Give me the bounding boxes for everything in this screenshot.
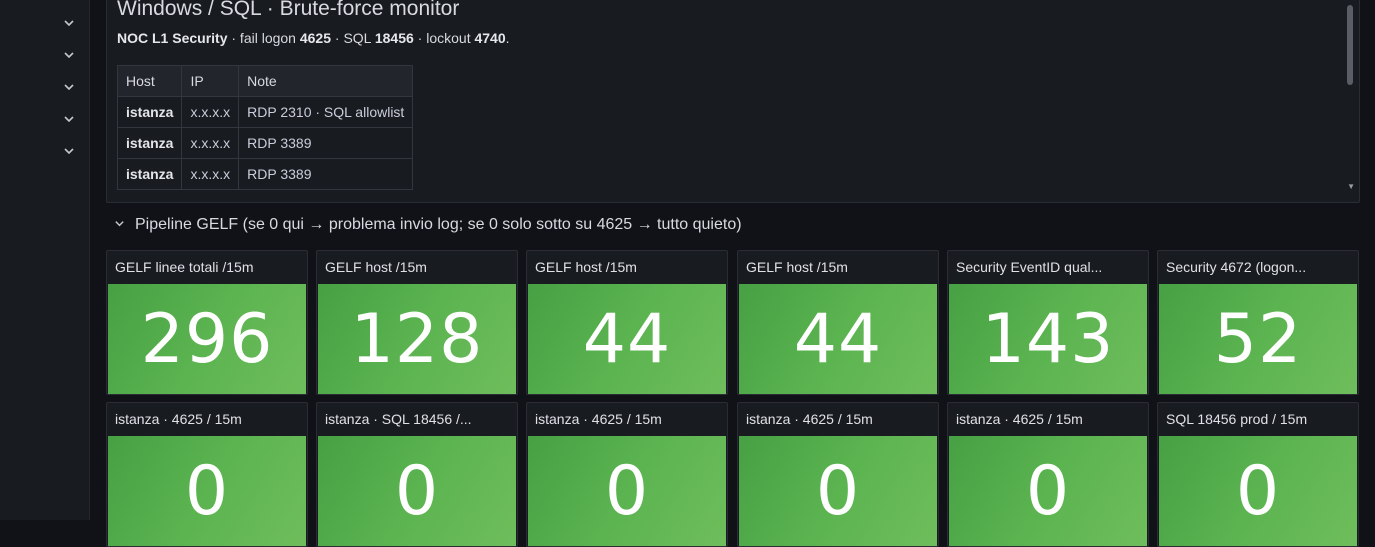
chevron-down-icon[interactable] bbox=[62, 80, 76, 94]
table-row: istanza x.x.x.x RDP 2310 · SQL allowlist bbox=[116, 96, 414, 128]
stat-title: SQL 18456 prod / 15m bbox=[1166, 411, 1308, 427]
stat-value: 0 bbox=[394, 451, 440, 531]
stat-body: 44 bbox=[528, 284, 726, 394]
table-row: istanza x.x.x.x RDP 3389 bbox=[116, 158, 414, 190]
chevron-down-icon[interactable] bbox=[62, 112, 76, 126]
panel-subtitle: NOC L1 Security · fail logon 4625 · SQL … bbox=[117, 30, 510, 46]
subtitle-text: . bbox=[505, 30, 510, 46]
stat-value: 128 bbox=[350, 299, 484, 379]
scroll-down-icon[interactable]: ▼ bbox=[1347, 182, 1355, 191]
stat-title: istanza · 4625 / 15m bbox=[115, 411, 242, 427]
table-cell: x.x.x.x bbox=[181, 96, 240, 128]
subtitle-code: 4740 bbox=[474, 30, 506, 46]
subtitle-code: 4625 bbox=[299, 30, 332, 46]
row-header[interactable]: Pipeline GELF (se 0 qui → problema invio… bbox=[114, 216, 742, 234]
row-title: Pipeline GELF (se 0 qui → problema invio… bbox=[135, 216, 742, 233]
chevron-down-icon[interactable] bbox=[62, 48, 76, 62]
stat-title: istanza · 4625 / 15m bbox=[746, 411, 873, 427]
column-header: Host bbox=[116, 65, 183, 97]
chevron-down-icon[interactable] bbox=[62, 144, 76, 158]
stat-body: 0 bbox=[739, 436, 937, 546]
chevron-down-icon[interactable] bbox=[114, 216, 125, 234]
subtitle-text: · fail logon bbox=[227, 30, 300, 46]
subtitle-text: · lockout bbox=[413, 30, 475, 46]
stat-value: 0 bbox=[604, 451, 650, 531]
text-panel: Windows / SQL · Brute-force monitor NOC … bbox=[106, 0, 1360, 203]
sidebar bbox=[0, 0, 90, 520]
stat-title: istanza · 4625 / 15m bbox=[956, 411, 1083, 427]
column-header: Note bbox=[238, 65, 414, 97]
stat-panel[interactable]: Security 4672 (logon... 52 bbox=[1157, 250, 1359, 395]
stat-value: 44 bbox=[793, 299, 883, 379]
table-row: istanza x.x.x.x RDP 3389 bbox=[116, 127, 414, 159]
hosts-table: Host IP Note istanza x.x.x.x RDP 2310 · … bbox=[116, 65, 414, 190]
stat-panel[interactable]: Security EventID qual... 143 bbox=[947, 250, 1149, 395]
stat-panel[interactable]: GELF host /15m 44 bbox=[526, 250, 728, 395]
subtitle-team: NOC L1 Security bbox=[117, 30, 228, 46]
stat-body: 44 bbox=[739, 284, 937, 394]
table-header-row: Host IP Note bbox=[116, 65, 414, 97]
scrollbar-thumb[interactable] bbox=[1347, 5, 1353, 85]
stat-value: 52 bbox=[1213, 299, 1303, 379]
stat-panel[interactable]: GELF linee totali /15m 296 bbox=[106, 250, 308, 395]
stat-title: GELF host /15m bbox=[535, 259, 637, 275]
stat-value: 0 bbox=[815, 451, 861, 531]
stat-title: GELF linee totali /15m bbox=[115, 259, 254, 275]
stat-panel[interactable]: GELF host /15m 128 bbox=[316, 250, 518, 395]
stat-title: istanza · SQL 18456 /... bbox=[325, 411, 472, 427]
table-cell: istanza bbox=[116, 127, 183, 159]
table-cell: istanza bbox=[116, 158, 183, 190]
stat-body: 0 bbox=[1159, 436, 1357, 546]
stat-panel[interactable]: istanza · 4625 / 15m 0 bbox=[526, 402, 728, 547]
stat-value: 296 bbox=[140, 299, 274, 379]
table-cell: RDP 3389 bbox=[238, 127, 414, 159]
stat-body: 0 bbox=[528, 436, 726, 546]
stat-body: 0 bbox=[949, 436, 1147, 546]
subtitle-code: 18456 bbox=[374, 30, 414, 46]
stat-value: 0 bbox=[184, 451, 230, 531]
column-header: IP bbox=[181, 65, 240, 97]
stat-value: 0 bbox=[1235, 451, 1281, 531]
stat-body: 296 bbox=[108, 284, 306, 394]
stat-title: Security 4672 (logon... bbox=[1166, 259, 1307, 275]
stat-title: GELF host /15m bbox=[746, 259, 848, 275]
table-cell: istanza bbox=[116, 96, 183, 128]
table-cell: x.x.x.x bbox=[181, 127, 240, 159]
stat-panel[interactable]: istanza · 4625 / 15m 0 bbox=[106, 402, 308, 547]
stat-body: 0 bbox=[108, 436, 306, 546]
stat-panel[interactable]: GELF host /15m 44 bbox=[737, 250, 939, 395]
stat-panel[interactable]: istanza · 4625 / 15m 0 bbox=[737, 402, 939, 547]
stat-value: 44 bbox=[582, 299, 672, 379]
stat-body: 143 bbox=[949, 284, 1147, 394]
stat-panel[interactable]: istanza · 4625 / 15m 0 bbox=[947, 402, 1149, 547]
stat-value: 143 bbox=[981, 299, 1115, 379]
stat-body: 0 bbox=[318, 436, 516, 546]
stat-panel[interactable]: SQL 18456 prod / 15m 0 bbox=[1157, 402, 1359, 547]
stat-body: 128 bbox=[318, 284, 516, 394]
stat-value: 0 bbox=[1025, 451, 1071, 531]
stat-title: Security EventID qual... bbox=[956, 259, 1103, 275]
panel-title: Windows / SQL · Brute-force monitor bbox=[117, 0, 460, 20]
table-cell: x.x.x.x bbox=[181, 158, 240, 190]
stat-title: istanza · 4625 / 15m bbox=[535, 411, 662, 427]
stat-title: GELF host /15m bbox=[325, 259, 427, 275]
table-cell: RDP 2310 · SQL allowlist bbox=[238, 96, 414, 128]
chevron-down-icon[interactable] bbox=[62, 16, 76, 30]
table-cell: RDP 3389 bbox=[238, 158, 414, 190]
subtitle-text: · SQL bbox=[331, 30, 375, 46]
stat-panel[interactable]: istanza · SQL 18456 /... 0 bbox=[316, 402, 518, 547]
stat-body: 52 bbox=[1159, 284, 1357, 394]
